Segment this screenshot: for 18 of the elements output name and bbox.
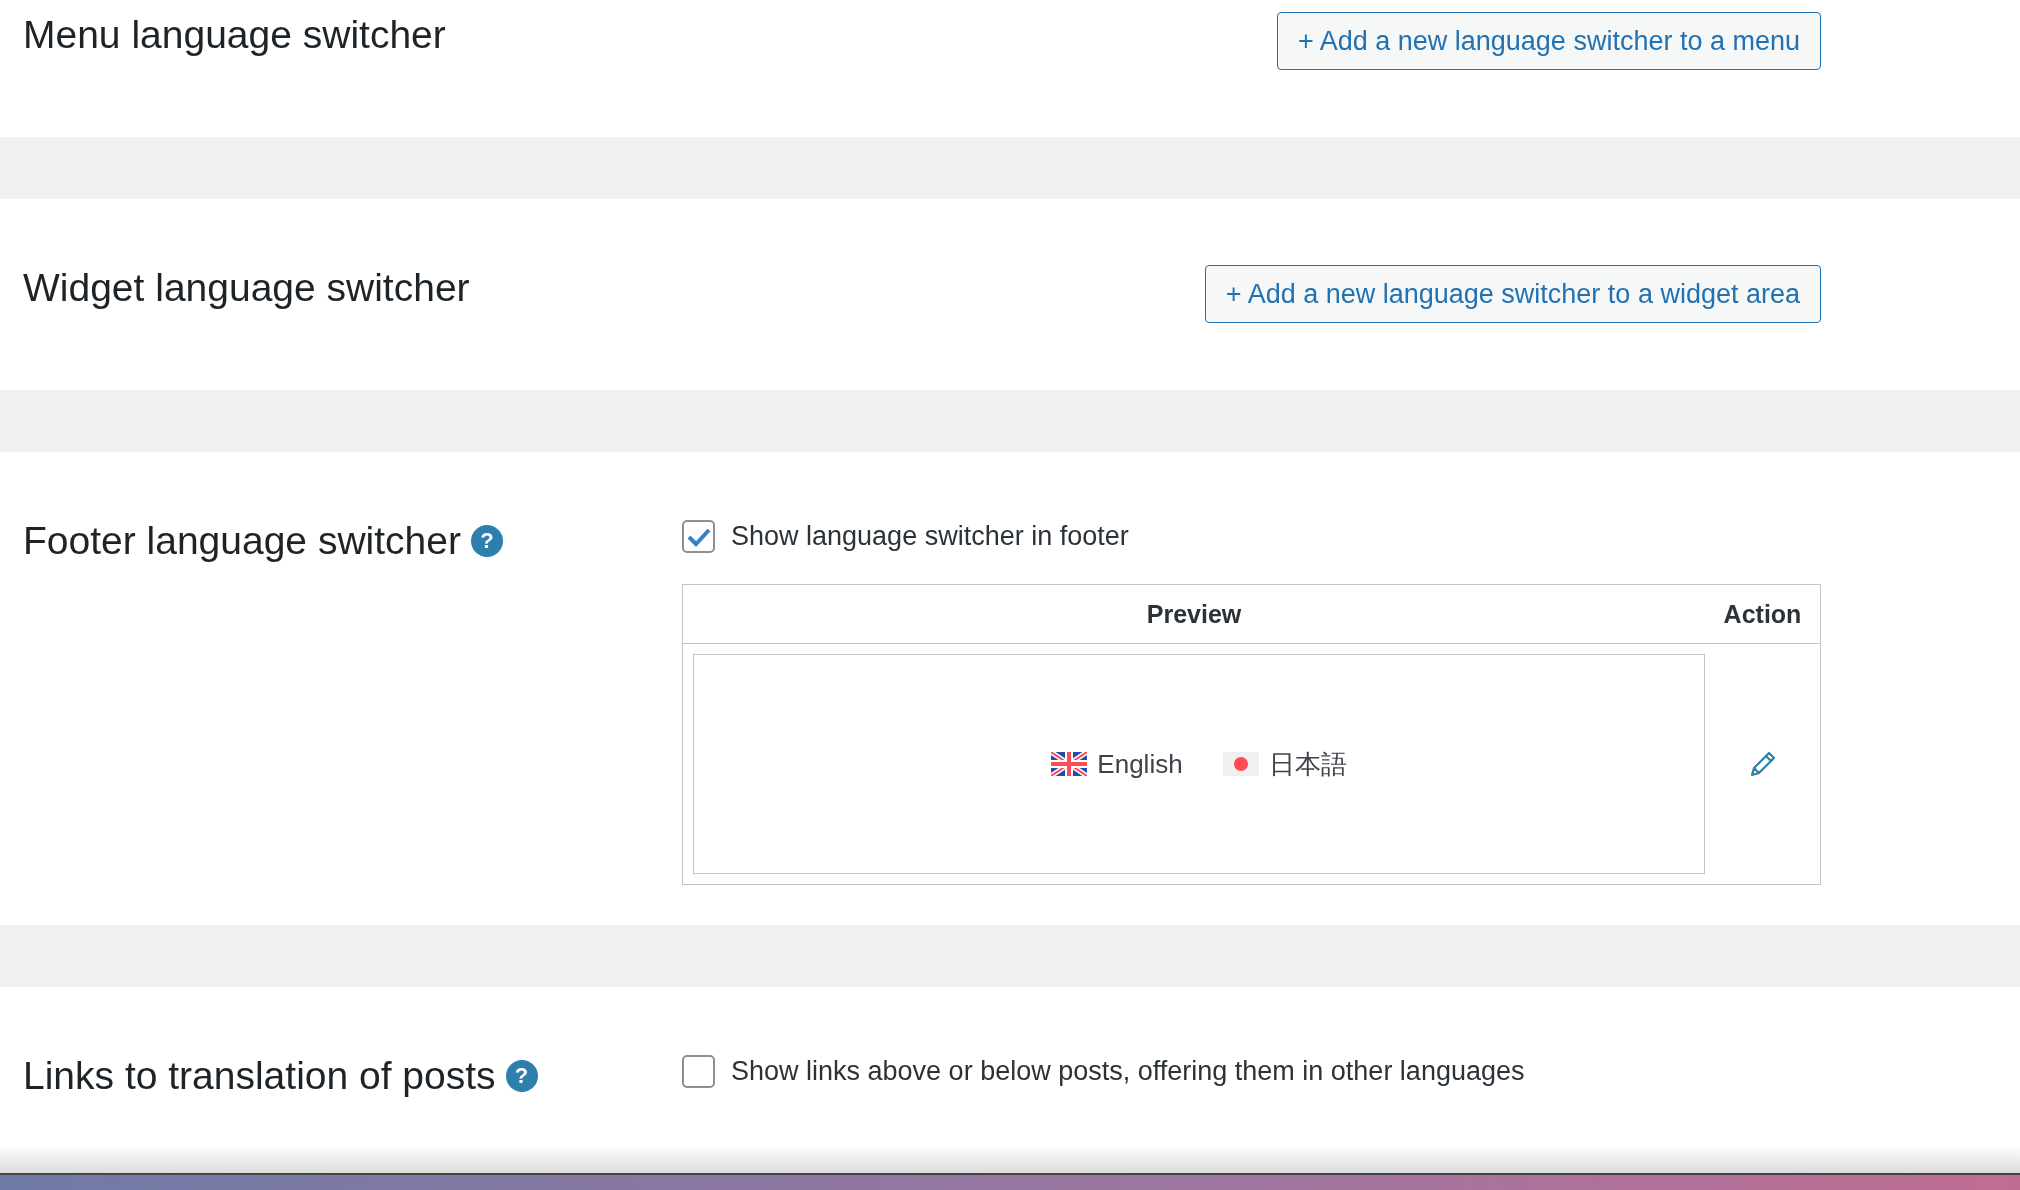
language-link[interactable]: English bbox=[1097, 748, 1183, 780]
language-link[interactable]: 日本語 bbox=[1268, 746, 1347, 782]
help-icon[interactable]: ? bbox=[470, 525, 503, 557]
section-title: Links to translation of posts bbox=[23, 1053, 496, 1099]
column-header: Preview bbox=[1145, 599, 1243, 629]
help-icon[interactable]: ? bbox=[505, 1060, 538, 1092]
add-button[interactable]: + Add a new language switcher to a menu bbox=[1276, 12, 1821, 70]
add-button[interactable]: + Add a new language switcher to a widget area bbox=[1204, 265, 1821, 323]
section-title: Menu language switcher bbox=[23, 12, 446, 58]
checkbox[interactable] bbox=[682, 1055, 715, 1088]
column-header: Action bbox=[1722, 599, 1803, 629]
flag-icon bbox=[1222, 752, 1259, 776]
checkbox[interactable] bbox=[682, 520, 715, 553]
checkbox-label: Show language switcher in footer bbox=[731, 521, 1129, 552]
section-title: Widget language switcher bbox=[23, 265, 470, 311]
section-title: Footer language switcher bbox=[23, 518, 461, 564]
flag-icon bbox=[1051, 752, 1088, 776]
checkbox-label: Show links above or below posts, offering them in other languages bbox=[731, 1056, 1525, 1087]
